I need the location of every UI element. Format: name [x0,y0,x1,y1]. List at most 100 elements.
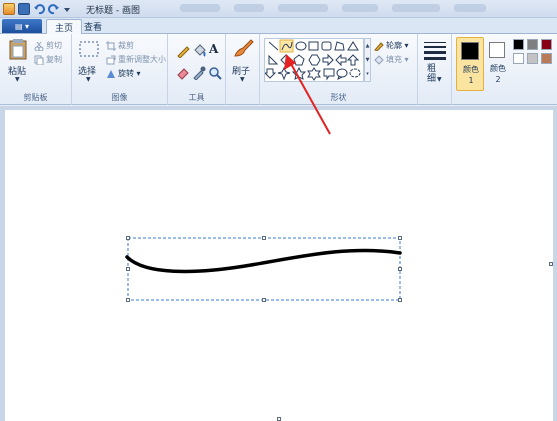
resize-handle-top-left[interactable] [126,236,130,240]
crop-label: 裁剪 [118,41,134,50]
crop-icon [106,40,116,51]
right-triangle-shape-icon[interactable] [268,54,279,65]
oval-shape-icon[interactable] [295,41,307,51]
palette-swatch[interactable] [527,53,538,64]
undo-icon[interactable] [33,3,45,15]
background-window-tabs [180,4,486,12]
resize-handle-bottom-right[interactable] [398,298,402,302]
right-arrow-shape-icon[interactable] [322,53,334,67]
selection-box[interactable] [127,237,401,301]
size-group: 粗细 ▼ [418,34,452,105]
palette-swatch[interactable] [513,39,524,50]
cut-label: 剪切 [46,41,62,50]
color1-button[interactable]: 颜色 1 [456,37,484,91]
tools-group-label: 工具 [188,93,205,102]
palette-swatch[interactable] [541,39,552,50]
chevron-down-icon: ▼ [86,76,91,83]
cloud-callout-shape-icon[interactable] [349,68,361,78]
rotate-label: 旋转 ▾ [118,69,141,78]
canvas-resize-handle-right[interactable] [549,262,553,266]
eraser-icon[interactable] [176,66,190,80]
paint-app-icon [3,3,15,15]
five-point-star-shape-icon[interactable] [291,66,307,80]
canvas-area [0,106,557,421]
fill-label: 填充 ▾ [386,55,409,64]
color1-swatch [461,42,479,60]
paste-button[interactable]: 粘贴 ▼ [6,38,30,84]
pencil-icon[interactable] [176,44,190,59]
save-icon[interactable] [18,3,30,15]
pentagon-shape-icon[interactable] [293,54,305,66]
up-arrow-shape-icon[interactable] [346,54,360,66]
fill-button[interactable]: 填充 ▾ [374,54,409,65]
window-title: 无标题 - 画图 [86,6,140,16]
polygon-shape-icon[interactable] [334,41,345,51]
fill-icon [374,54,384,65]
title-bar: 无标题 - 画图 [0,0,557,18]
canvas-resize-handle-bottom[interactable] [277,417,281,421]
palette-swatch[interactable] [513,53,524,64]
size-button[interactable]: 粗细 ▼ [421,38,449,88]
tab-view[interactable]: 查看 [76,19,110,34]
shapes-group-label: 形状 [330,93,347,102]
clipboard-icon [9,39,27,60]
clipboard-group-label: 剪贴板 [23,93,48,102]
shapes-scrollbar[interactable]: ▲ ▼ ▾ [364,38,371,82]
left-arrow-shape-icon[interactable] [335,53,347,67]
rectangle-shape-icon[interactable] [308,41,319,51]
brush-icon [234,39,254,57]
paint-menu-button[interactable]: ▤ ▾ [2,19,42,33]
resize-handle-bottom-left[interactable] [126,298,130,302]
select-rectangle-icon [79,41,99,57]
resize-button[interactable]: 重新调整大小 [106,54,166,65]
outline-pen-icon [374,41,384,52]
resize-handle-top[interactable] [262,236,266,240]
four-point-star-shape-icon[interactable] [277,66,291,81]
diamond-shape-icon[interactable] [280,54,292,66]
resize-handle-bottom[interactable] [262,298,266,302]
rotate-icon [106,69,116,79]
palette-swatch[interactable] [527,39,538,50]
resize-handle-right[interactable] [398,267,402,271]
resize-label: 重新调整大小 [118,55,166,64]
quick-access-toolbar [3,2,74,16]
drawn-curve [125,248,402,274]
oval-callout-shape-icon[interactable] [336,68,348,80]
tools-group: A 工具 [168,34,226,105]
image-group: 选择 ▼ 裁剪 重新调整大小 旋转 ▾ 图像 [72,34,168,105]
copy-icon [34,55,44,65]
redo-icon[interactable] [48,3,60,15]
palette-swatch[interactable] [541,53,552,64]
six-point-star-shape-icon[interactable] [307,67,321,81]
chevron-down-icon: ▼ [15,76,20,83]
resize-handle-left[interactable] [126,267,130,271]
brushes-group: 刷子 ▼ [226,34,260,105]
chevron-down-icon: ▼ [437,76,442,83]
outline-label: 轮廓 ▾ [386,41,409,50]
copy-button[interactable]: 复制 [34,54,62,65]
customize-toolbar-icon[interactable] [63,3,71,15]
outline-button[interactable]: 轮廓 ▾ [374,40,409,52]
line-shape-icon[interactable] [268,41,279,51]
line-thickness-icon [424,42,446,60]
rectangle-callout-shape-icon[interactable] [323,68,335,81]
color2-label: 颜色 2 [490,64,506,84]
color-picker-icon[interactable] [192,66,206,81]
hexagon-shape-icon[interactable] [308,54,321,66]
down-arrow-shape-icon[interactable] [265,68,277,79]
magnifier-icon[interactable] [208,66,222,80]
color2-button[interactable]: 颜色 2 [486,37,510,91]
color1-label: 颜色 1 [463,65,479,85]
brushes-button[interactable]: 刷子 ▼ [229,38,257,86]
image-group-label: 图像 [111,93,128,102]
rounded-rectangle-shape-icon[interactable] [321,41,332,51]
resize-handle-top-right[interactable] [398,236,402,240]
crop-button[interactable]: 裁剪 [106,40,134,51]
fill-bucket-icon[interactable] [192,44,206,58]
drawing-canvas[interactable] [5,110,553,421]
text-tool-icon[interactable]: A [209,42,218,56]
rotate-button[interactable]: 旋转 ▾ [106,68,141,79]
triangle-shape-icon[interactable] [347,41,359,51]
cut-button[interactable]: 剪切 [34,40,62,51]
select-button[interactable]: 选择 ▼ [76,38,102,86]
